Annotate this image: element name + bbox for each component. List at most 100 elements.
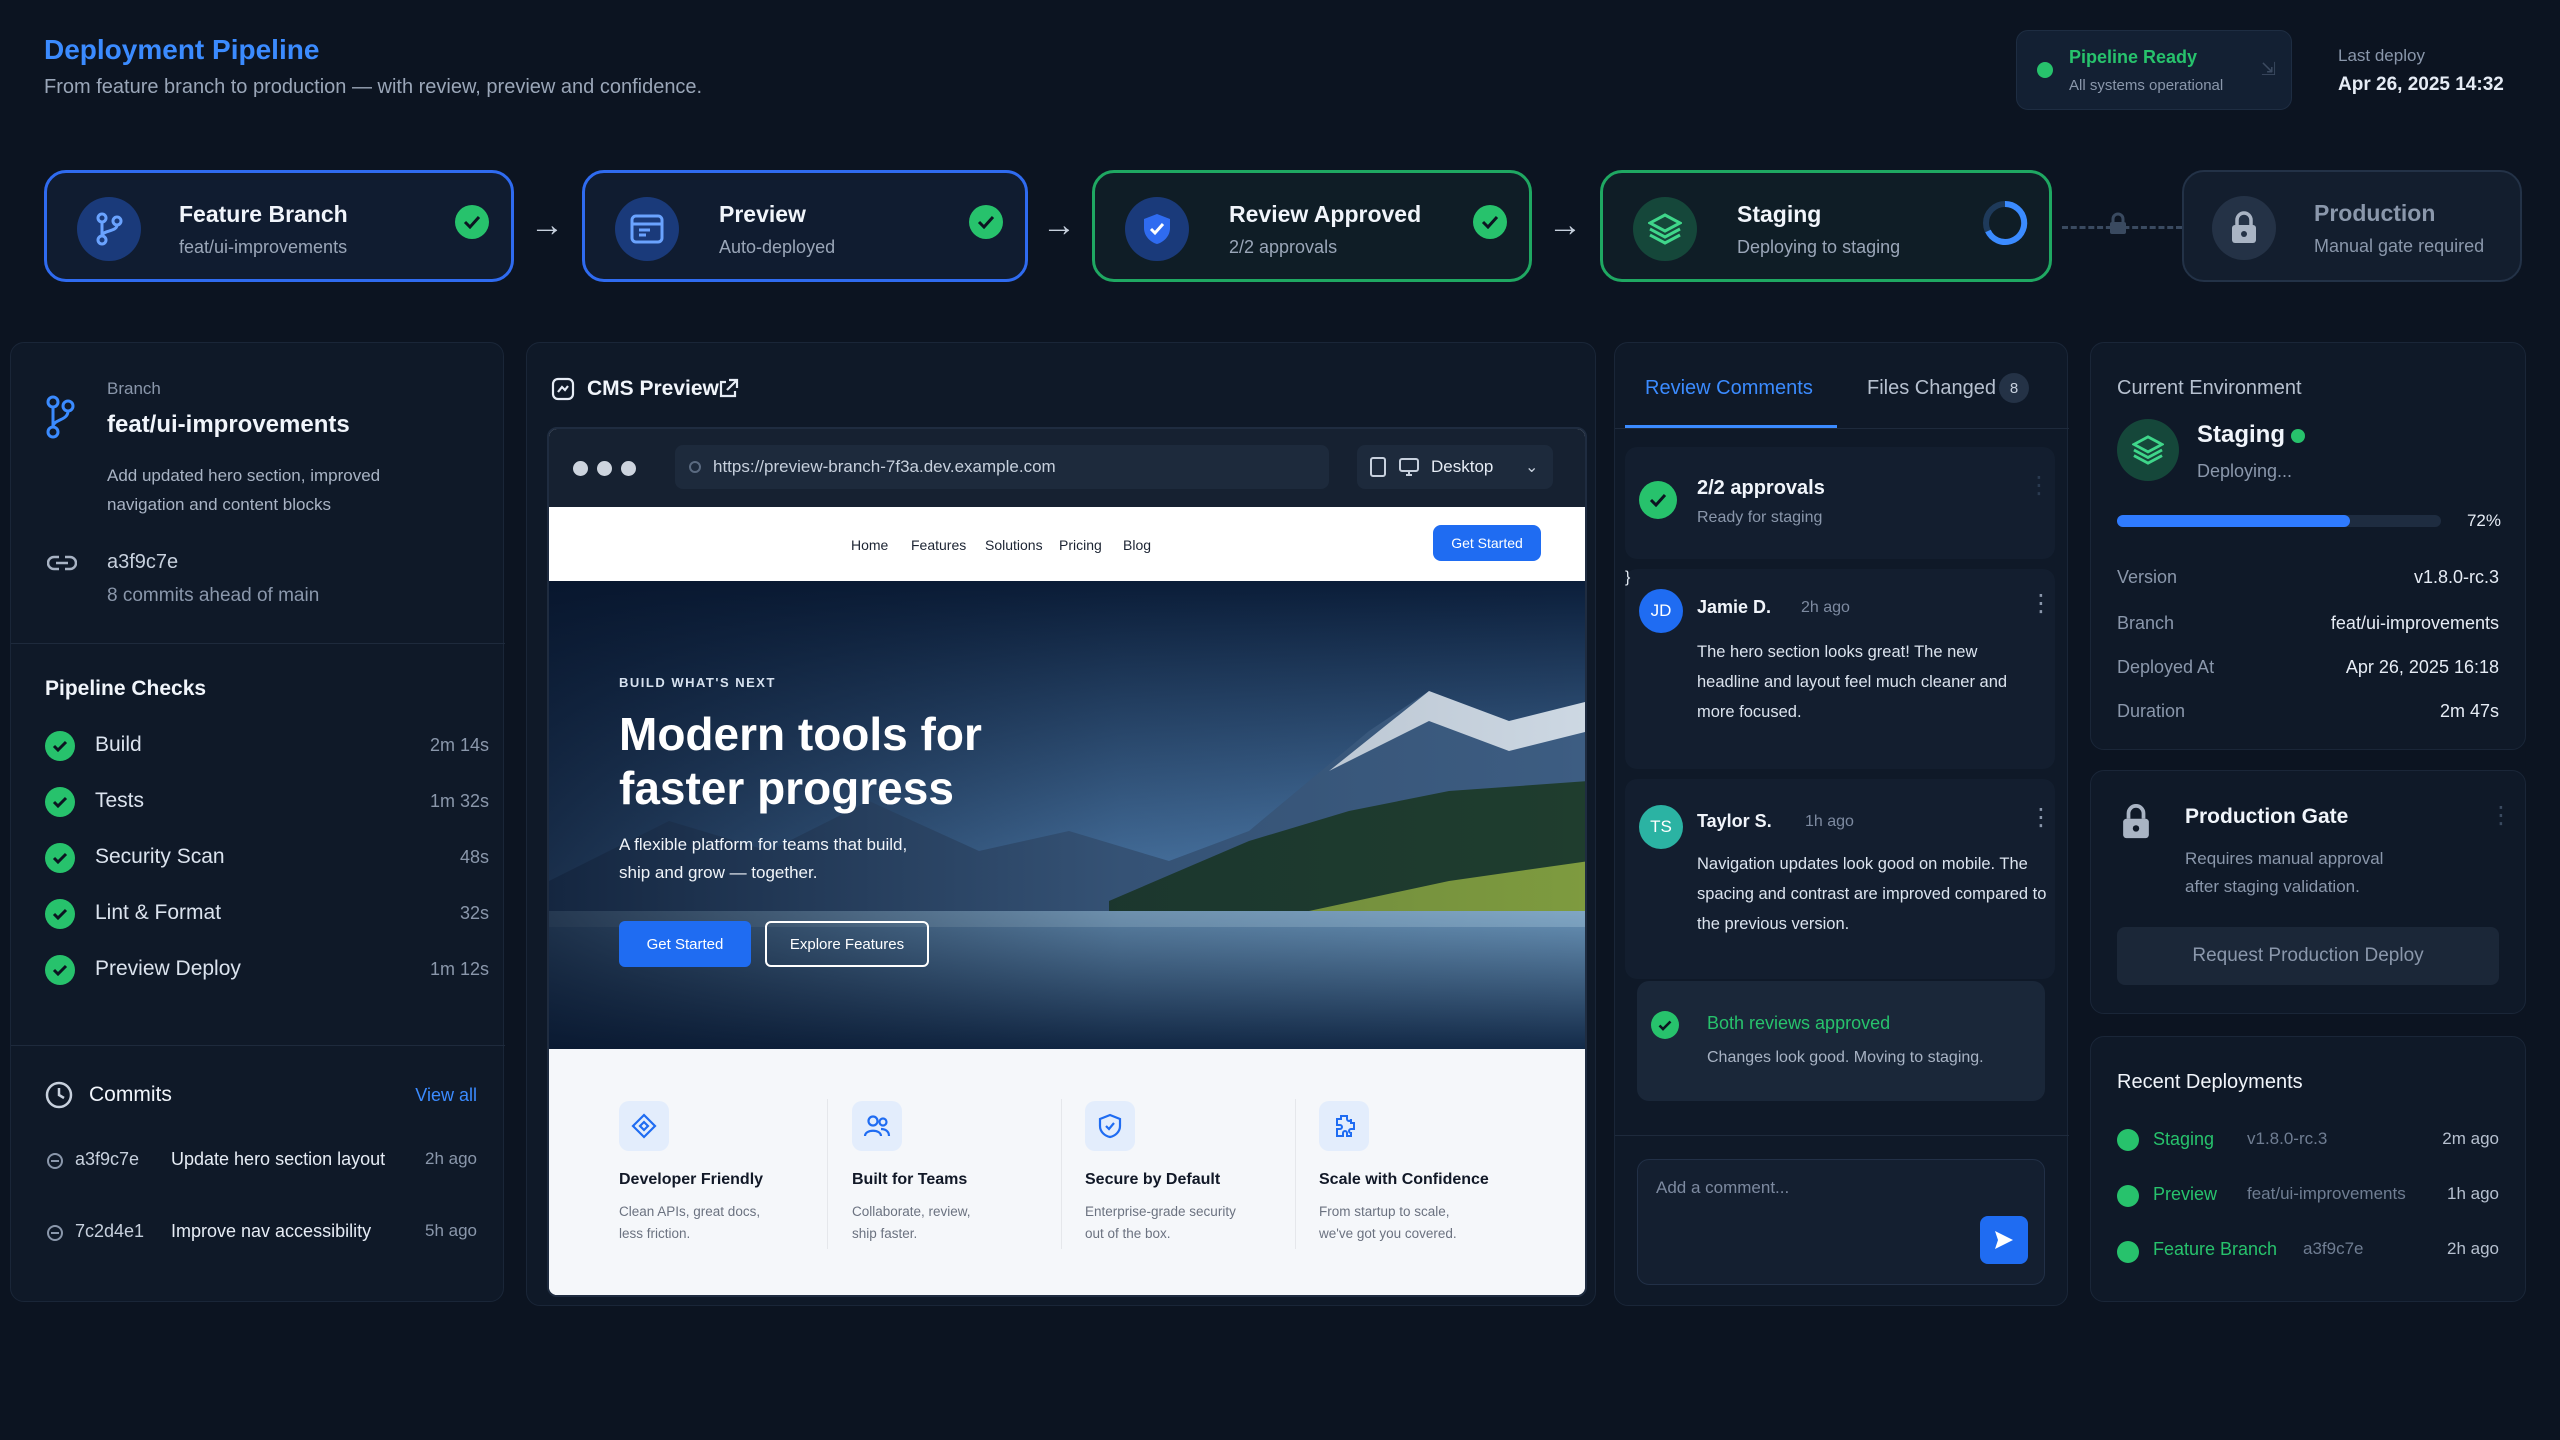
env-row-key: Version <box>2117 567 2178 587</box>
feature-card: Scale with Confidence From startup to sc… <box>1319 1101 1529 1245</box>
deployment-time: 2h ago <box>2447 1239 2499 1258</box>
hero-get-started-button[interactable]: Get Started <box>619 921 751 967</box>
check-name: Lint & Format <box>95 901 222 924</box>
send-icon[interactable] <box>1980 1216 2028 1264</box>
hero-description-line2: ship and grow — together. <box>619 863 818 882</box>
check-row-security-scan[interactable]: Security Scan 48s <box>45 839 489 879</box>
review-panel: Review Comments Files Changed 8 2/2 appr… <box>1614 342 2069 1306</box>
commit-hash[interactable]: a3f9c7e <box>75 1149 139 1170</box>
hero-eyebrow: BUILD WHAT'S NEXT <box>619 675 776 690</box>
branch-details-panel: Branch feat/ui-improvements Add updated … <box>10 342 505 1302</box>
check-icon <box>1639 481 1677 519</box>
site-nav-blog[interactable]: Blog <box>1123 537 1151 553</box>
more-icon[interactable]: ⋮ <box>2027 471 2051 500</box>
check-row-preview-deploy[interactable]: Preview Deploy 1m 12s <box>45 951 489 991</box>
arrow-right-icon: → <box>530 206 564 244</box>
tab-review-comments[interactable]: Review Comments <box>1645 377 1813 400</box>
code-icon <box>619 1101 669 1151</box>
comment-input[interactable]: Add a comment... <box>1637 1159 2045 1285</box>
commit-hash[interactable]: a3f9c7e <box>107 551 178 574</box>
device-label: Desktop <box>1431 457 1494 476</box>
review-status-subtitle: Changes look good. Moving to staging. <box>1707 1049 1984 1066</box>
preview-title: CMS Preview <box>587 377 719 400</box>
comment-text: Navigation updates look good on mobile. … <box>1697 855 2047 933</box>
request-production-deploy-button[interactable]: Request Production Deploy <box>2117 927 2499 985</box>
stage-subtitle: Deploying to staging <box>1737 237 1901 257</box>
check-icon <box>2117 1241 2139 1263</box>
deployment-ref: feat/ui-improvements <box>2247 1184 2406 1203</box>
chevron-down-icon[interactable]: ⌄ <box>1525 457 1538 477</box>
git-branch-icon <box>45 395 75 444</box>
stage-feature-branch[interactable]: Feature Branch feat/ui-improvements <box>44 170 514 282</box>
check-icon <box>969 205 1003 239</box>
shield-icon <box>1085 1101 1135 1151</box>
status-subtitle: All systems operational <box>2069 77 2224 94</box>
check-icon <box>455 205 489 239</box>
divider <box>1615 428 2069 429</box>
comment-author: Jamie D. <box>1697 597 1772 617</box>
external-link-icon[interactable]: ⇲ <box>2261 59 2276 80</box>
stage-preview[interactable]: Preview Auto-deployed <box>582 170 1028 282</box>
checks-title: Pipeline Checks <box>45 677 207 700</box>
preview-icon <box>551 377 575 406</box>
hero-headline-line1: Modern tools for <box>619 708 982 760</box>
commit-icon <box>45 1151 65 1176</box>
stage-title: Staging <box>1737 201 1822 227</box>
stage-title: Production <box>2314 200 2436 226</box>
hero-explore-features-button[interactable]: Explore Features <box>765 921 929 967</box>
feature-card: Secure by Default Enterprise-grade secur… <box>1085 1101 1295 1245</box>
url-bar[interactable]: https://preview-branch-7f3a.dev.example.… <box>675 445 1329 489</box>
check-icon <box>45 899 75 929</box>
view-all-commits-link[interactable]: View all <box>415 1085 477 1106</box>
more-icon[interactable]: ⋮ <box>2029 803 2053 832</box>
site-get-started-button[interactable]: Get Started <box>1433 525 1541 561</box>
more-icon[interactable]: ⋮ <box>2029 589 2053 618</box>
stage-staging[interactable]: Staging Deploying to staging <box>1600 170 2052 282</box>
site-nav-home[interactable]: Home <box>851 537 888 553</box>
browser-frame: https://preview-branch-7f3a.dev.example.… <box>547 427 1587 1297</box>
comment-time: 2h ago <box>1801 599 1850 616</box>
site-hero: BUILD WHAT'S NEXT Modern tools for faste… <box>549 581 1585 1049</box>
pipeline-status-pill[interactable]: Pipeline Ready All systems operational ⇲ <box>2016 30 2292 110</box>
stage-production[interactable]: Production Manual gate required <box>2182 170 2522 282</box>
site-nav-solutions[interactable]: Solutions <box>985 537 1043 553</box>
browser-toolbar: https://preview-branch-7f3a.dev.example.… <box>549 429 1585 507</box>
gate-description-line2: after staging validation. <box>2185 877 2360 896</box>
gate-title: Production Gate <box>2185 805 2349 828</box>
progress-percent: 72% <box>2466 511 2501 530</box>
check-row-lint[interactable]: Lint & Format 32s <box>45 895 489 935</box>
feature-description: From startup to scale, we've got you cov… <box>1319 1204 1457 1241</box>
commit-message[interactable]: Update hero section layout <box>171 1149 385 1170</box>
deployment-env[interactable]: Staging <box>2153 1129 2214 1150</box>
check-row-build[interactable]: Build 2m 14s <box>45 727 489 767</box>
feature-title: Scale with Confidence <box>1319 1171 1489 1188</box>
tablet-icon[interactable] <box>1369 457 1387 482</box>
desktop-icon[interactable] <box>1399 457 1419 482</box>
hero-description-line1: A flexible platform for teams that build… <box>619 835 908 854</box>
deployment-env[interactable]: Feature Branch <box>2153 1239 2277 1260</box>
external-link-icon[interactable] <box>717 378 739 405</box>
more-icon[interactable]: ⋮ <box>2489 801 2513 830</box>
tab-files-changed[interactable]: Files Changed <box>1867 377 1996 400</box>
approvals-subtitle: Ready for staging <box>1697 509 1823 526</box>
deployment-env[interactable]: Preview <box>2153 1184 2217 1205</box>
branch-description: Add updated hero section, improved navig… <box>107 466 381 514</box>
commit-time: 5h ago <box>425 1221 477 1240</box>
stage-title: Review Approved <box>1229 201 1422 227</box>
feature-card: Built for Teams Collaborate, review, shi… <box>852 1101 1062 1245</box>
commit-hash[interactable]: 7c2d4e1 <box>75 1221 144 1242</box>
check-icon <box>1651 1011 1679 1039</box>
last-deploy-label: Last deploy <box>2338 46 2425 65</box>
site-nav-features[interactable]: Features <box>911 537 966 553</box>
gate-description-line1: Requires manual approval <box>2185 849 2384 868</box>
review-comment-card: JD Jamie D. 2h ago ⋮ The hero section lo… <box>1625 569 2055 769</box>
site-nav-pricing[interactable]: Pricing <box>1059 537 1102 553</box>
env-row-key: Duration <box>2117 701 2186 721</box>
review-status-title: Both reviews approved <box>1707 1013 1891 1033</box>
env-row-value: 2m 47s <box>2439 701 2499 721</box>
device-selector[interactable]: Desktop ⌄ <box>1357 445 1553 489</box>
check-row-tests[interactable]: Tests 1m 32s <box>45 783 489 823</box>
stage-review-approved[interactable]: Review Approved 2/2 approvals <box>1092 170 1532 282</box>
check-name: Security Scan <box>95 845 225 868</box>
commit-message[interactable]: Improve nav accessibility <box>171 1221 371 1242</box>
